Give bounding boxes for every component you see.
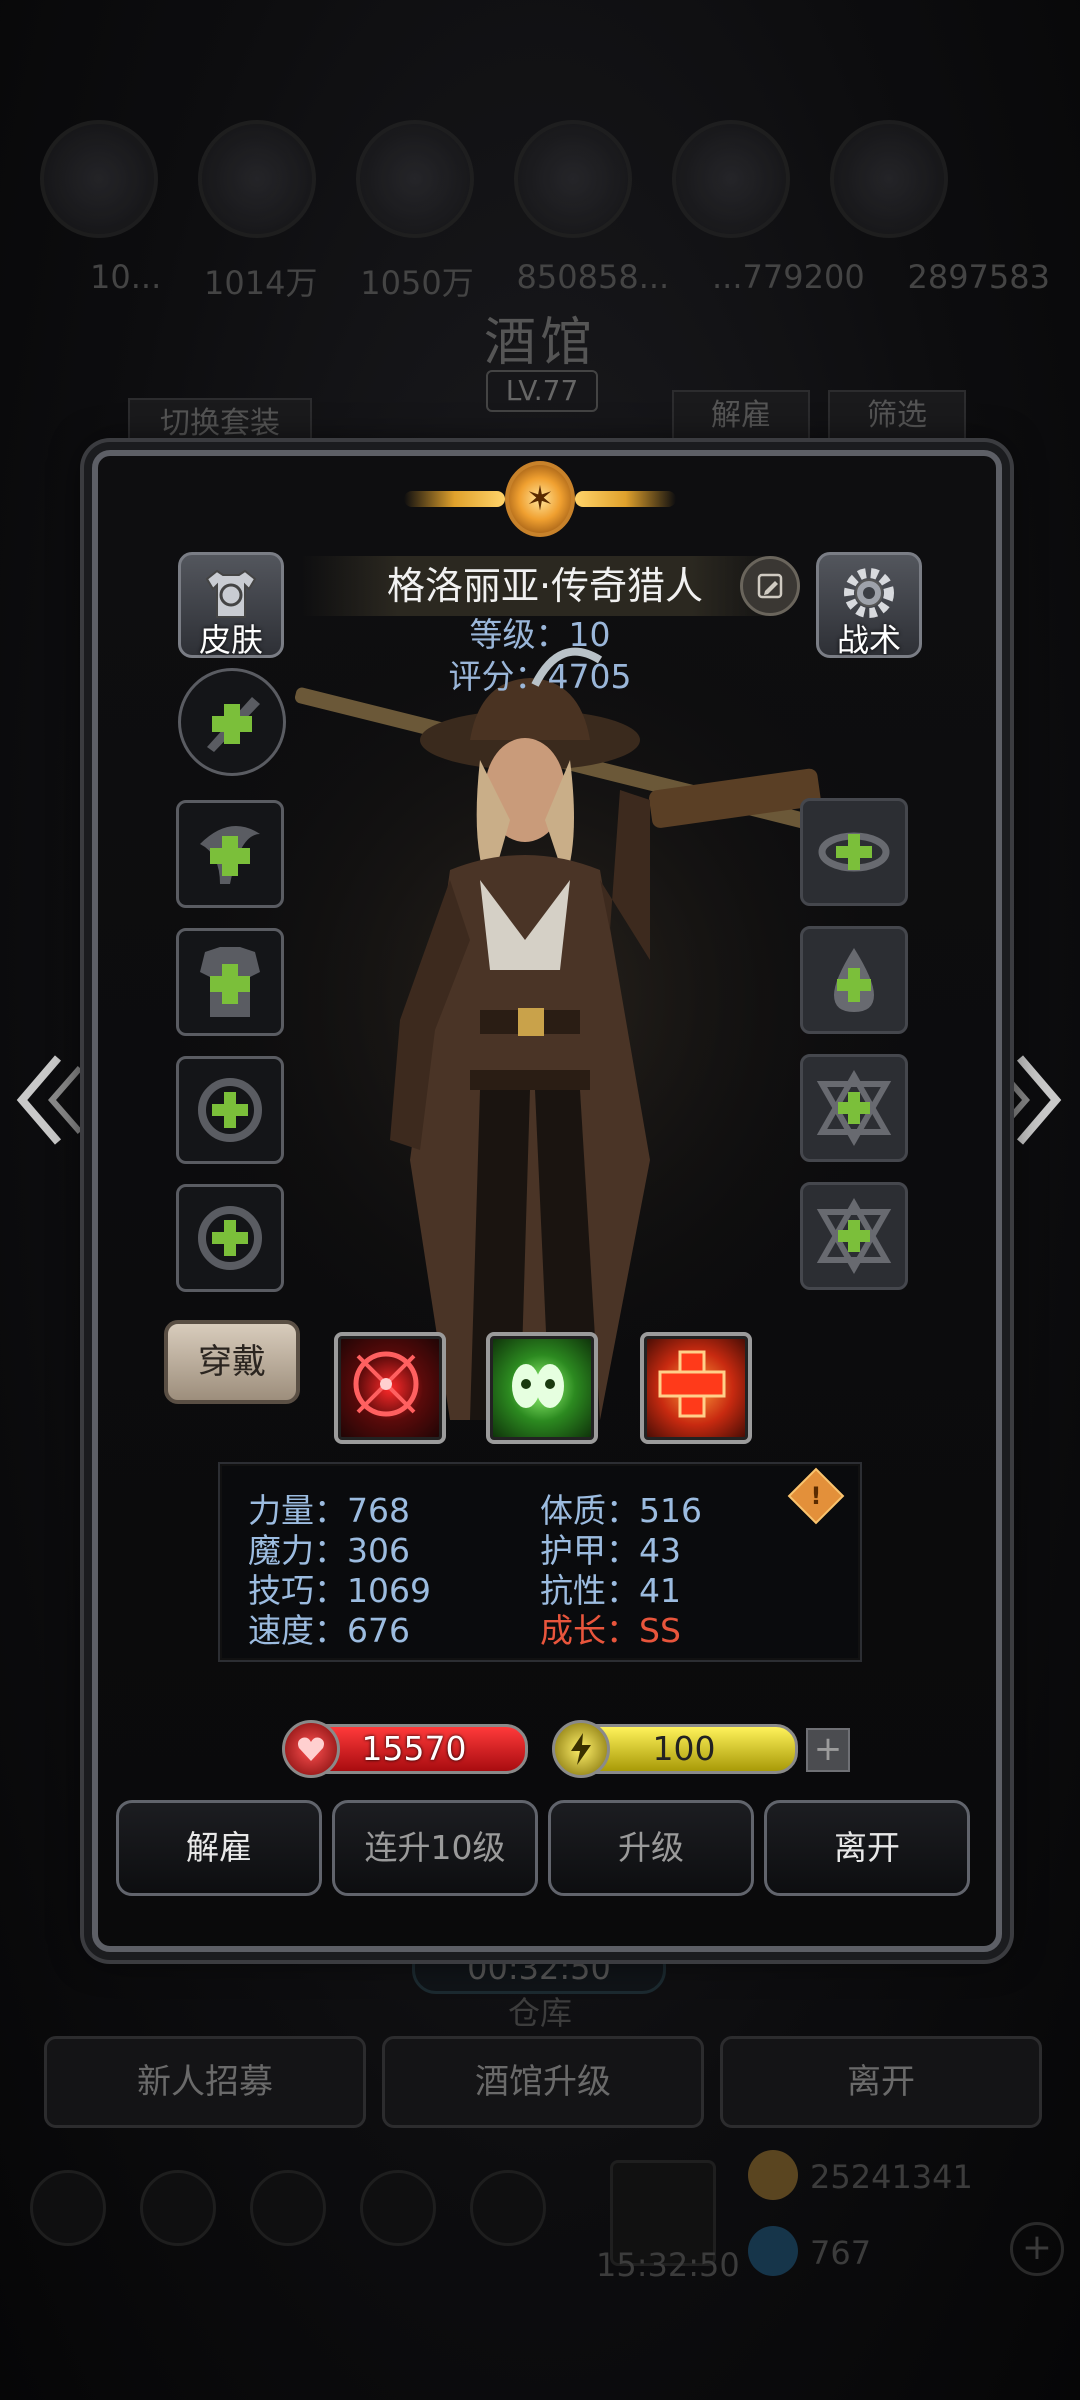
gold-icon [748, 2150, 798, 2200]
weapon-slot[interactable] [178, 668, 286, 776]
skin-button[interactable]: 皮肤 [178, 552, 284, 659]
hero-portrait [180, 640, 900, 1430]
crosshair-skill-icon [353, 1351, 419, 1417]
bg-gift-timer: 15:32:50 [596, 2246, 740, 2284]
potion-slot[interactable] [800, 926, 908, 1034]
bg-menu-icon [250, 2170, 326, 2246]
crest-wing-right [575, 491, 676, 507]
add-potion-icon [834, 948, 874, 1012]
prev-hero-arrow-icon[interactable] [14, 1050, 84, 1150]
pencil-icon [757, 573, 783, 599]
heart-icon [282, 1720, 340, 1778]
tavern-title: 酒馆 [483, 313, 596, 373]
tactics-label: 战术 [836, 621, 901, 659]
background-resource-icons [40, 120, 1040, 260]
bg-resource-icon [672, 120, 790, 238]
bg-plus-icon: + [1010, 2222, 1064, 2276]
rune-slot-2[interactable] [800, 1182, 908, 1290]
add-rune-icon [816, 1069, 892, 1147]
poison-skull-skill-icon [512, 1364, 564, 1408]
bg-leave-button: 离开 [720, 2036, 1042, 2128]
gem-icon [748, 2226, 798, 2276]
lightning-glyph [571, 1733, 591, 1765]
bg-menu-icon [30, 2170, 106, 2246]
skill-slot-1[interactable] [334, 1332, 446, 1444]
crest-emblem-icon: ✶ [504, 461, 576, 537]
panel-crest: ✶ [404, 456, 676, 542]
heart-glyph [298, 1737, 324, 1761]
bg-warehouse-label: 仓库 [507, 1994, 572, 2032]
amulet-slot[interactable] [800, 798, 908, 906]
hero-name: 格洛丽亚·传奇猎人 [300, 556, 790, 616]
heal-cross-skill-icon [658, 1350, 726, 1418]
bg-resource-icon [198, 120, 316, 238]
bg-dismiss-tab: 解雇 [672, 390, 810, 442]
switch-outfit-tab: 切换套装 [128, 398, 312, 450]
leave-button[interactable]: 离开 [764, 1800, 970, 1896]
rune-slot-1[interactable] [800, 1054, 908, 1162]
bg-menu-icon [140, 2170, 216, 2246]
add-ring-icon [198, 1206, 262, 1270]
tavern-upgrade-button: 酒馆升级 [382, 2036, 704, 2128]
offhand-slot[interactable] [176, 800, 284, 908]
ring-slot-2[interactable] [176, 1184, 284, 1292]
skill-slot-3[interactable] [640, 1332, 752, 1444]
crest-wing-left [404, 491, 505, 507]
bg-filter-tab: 筛选 [828, 390, 966, 442]
bg-stat: 10... [90, 258, 162, 296]
skin-label: 皮肤 [198, 621, 263, 659]
armor-slot[interactable] [176, 928, 284, 1036]
dismiss-button[interactable]: 解雇 [116, 1800, 322, 1896]
bg-stat: 1050万 [360, 264, 474, 302]
add-armor-icon [200, 947, 260, 1017]
add-weapon-icon [207, 697, 260, 752]
bg-resource-icon [514, 120, 632, 238]
level-up-10-button[interactable]: 连升10级 [332, 1800, 538, 1896]
bg-resource-icon [356, 120, 474, 238]
add-energy-button[interactable]: + [806, 1728, 850, 1772]
bg-resource-icon [830, 120, 948, 238]
bg-stat: 850858... [516, 258, 670, 296]
add-amulet-icon [818, 832, 890, 872]
next-hero-arrow-icon[interactable] [994, 1050, 1064, 1150]
edit-name-button[interactable] [740, 556, 800, 616]
bg-stat: ...779200 [712, 258, 865, 296]
background-stat-numbers: 10... 1014万 1050万 850858... ...779200 28… [90, 258, 1050, 304]
add-offhand-icon [200, 826, 260, 884]
bg-hero-avatar [40, 120, 158, 238]
ring-slot-1[interactable] [176, 1056, 284, 1164]
bg-stat: 2897583 [907, 258, 1050, 296]
hero-level: 等级：10 [469, 615, 611, 654]
hero-score: 评分：4705 [448, 657, 632, 696]
bg-menu-icon [470, 2170, 546, 2246]
tactics-button[interactable]: 战术 [816, 552, 922, 659]
bg-menu-icon [360, 2170, 436, 2246]
skill-slot-2[interactable] [486, 1332, 598, 1444]
upgrade-button[interactable]: 升级 [548, 1800, 754, 1896]
lightning-icon [552, 1720, 610, 1778]
stat-speed: 速度：676 [248, 1611, 410, 1650]
recruit-button: 新人招募 [44, 2036, 366, 2128]
gem-amount: 767 [810, 2234, 872, 2272]
add-rune-icon [816, 1197, 892, 1275]
bg-stat: 1014万 [204, 264, 318, 302]
tavern-level: LV.77 [486, 370, 598, 412]
bg-bottom-icon-row [30, 2170, 546, 2246]
wear-button[interactable]: 穿戴 [164, 1320, 300, 1404]
stat-growth: 成长：SS [540, 1611, 681, 1650]
gold-amount: 25241341 [810, 2158, 973, 2196]
add-ring-icon [198, 1078, 262, 1142]
